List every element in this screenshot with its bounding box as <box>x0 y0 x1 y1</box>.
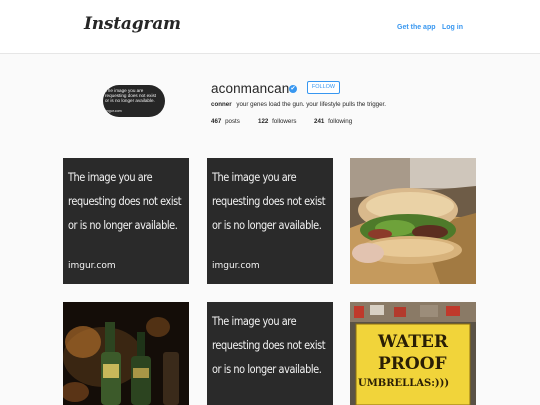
unavailable-text: requesting does not exist <box>212 338 326 352</box>
unavailable-text: requesting does not exist <box>68 194 182 208</box>
imgur-watermark: imgur.com <box>212 261 260 271</box>
unavailable-text: The image you are <box>212 314 297 328</box>
sandwich-photo <box>350 158 476 284</box>
profile-bio: conner your genes load the gun. your lif… <box>211 101 386 108</box>
log-in-link[interactable]: Log in <box>442 24 463 31</box>
posts-label: posts <box>225 118 240 125</box>
get-the-app-link[interactable]: Get the app <box>397 24 436 31</box>
avatar-text-line: or is no longer available. <box>105 98 155 103</box>
post-thumbnail-unavailable[interactable]: The image you are requesting does not ex… <box>207 302 333 405</box>
unavailable-text: or is no longer available. <box>68 218 178 232</box>
following-count-stat[interactable]: 241 following <box>314 118 352 125</box>
top-navigation-bar: Instagram Get the app Log in <box>0 0 540 54</box>
followers-count-stat[interactable]: 122 followers <box>258 118 296 125</box>
imgur-watermark: imgur.com <box>68 261 116 271</box>
post-thumbnail-umbrella-sign-photo[interactable]: WATER PROOF UMBRELLAS:))) <box>350 302 476 405</box>
sign-text-water: WATER <box>378 332 449 352</box>
unavailable-text: requesting does not exist <box>212 194 326 208</box>
avatar-text-line: imgur.com <box>105 109 122 113</box>
sign-text-umbrellas: UMBRELLAS:))) <box>358 378 450 389</box>
bottles-photo <box>63 302 189 405</box>
follow-button[interactable]: FOLLOW <box>307 81 340 94</box>
unavailable-text: The image you are <box>212 170 297 184</box>
post-thumbnail-unavailable[interactable]: The image you are requesting does not ex… <box>63 158 189 284</box>
followers-count: 122 <box>258 118 269 125</box>
post-thumbnail-bottles-photo[interactable] <box>63 302 189 405</box>
sign-text-proof: PROOF <box>378 354 447 374</box>
followers-label: followers <box>272 118 297 125</box>
profile-full-name: conner <box>211 101 232 108</box>
unavailable-text: The image you are <box>68 170 153 184</box>
post-thumbnail-unavailable[interactable]: The image you are requesting does not ex… <box>207 158 333 284</box>
instagram-logo[interactable]: Instagram <box>84 14 181 34</box>
unavailable-text: or is no longer available. <box>212 218 322 232</box>
avatar: The image you are requesting does not ex… <box>103 85 165 117</box>
posts-count: 467 <box>211 118 222 125</box>
profile-bio-text: your genes load the gun. your lifestyle … <box>236 101 386 108</box>
following-count: 241 <box>314 118 325 125</box>
verified-badge-icon: ✔ <box>289 85 297 93</box>
unavailable-text: or is no longer available. <box>212 362 322 376</box>
profile-username: aconmancan <box>211 81 290 96</box>
posts-count-stat: 467 posts <box>211 118 240 125</box>
post-thumbnail-sandwich-photo[interactable] <box>350 158 476 284</box>
following-label: following <box>328 118 353 125</box>
